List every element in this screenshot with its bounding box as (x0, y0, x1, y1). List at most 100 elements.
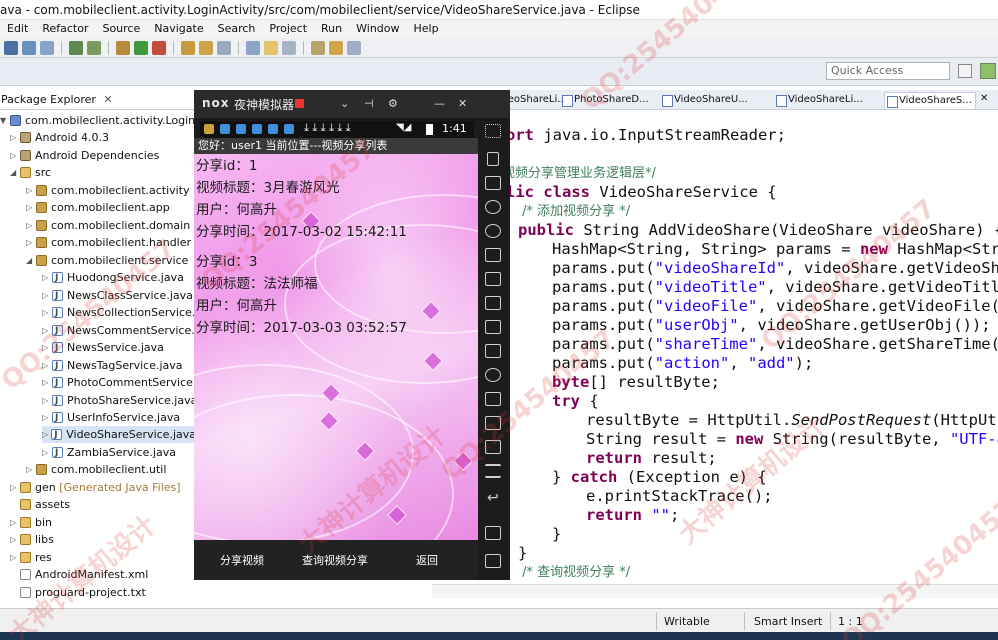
menu-project[interactable]: Project (262, 20, 314, 38)
tree-item[interactable]: ▼ com.mobileclient.activity.LoginActivity (0, 112, 196, 129)
chevron-right-icon[interactable]: ▷ (26, 199, 34, 216)
close-icon[interactable]: ✕ (103, 93, 112, 106)
video-record-icon[interactable] (485, 416, 501, 430)
chevron-right-icon[interactable]: ▷ (42, 269, 50, 286)
menu-help[interactable]: Help (407, 20, 446, 38)
chevron-right-icon[interactable]: ▷ (26, 182, 34, 199)
tree-item[interactable]: ▷ res (10, 549, 52, 566)
chevron-right-icon[interactable]: ▷ (42, 392, 50, 409)
phone-icon[interactable] (487, 152, 499, 166)
editor-tab-active[interactable]: VideoShareS... (884, 92, 976, 109)
next-annotation-icon[interactable] (311, 40, 325, 55)
tree-item[interactable]: ▷ NewsCommentService.ja (42, 322, 196, 340)
tree-item[interactable]: ◢ src (10, 164, 51, 181)
tree-item[interactable]: ▷ com.mobileclient.util (26, 461, 166, 478)
share-user[interactable]: 用户：何高升 (196, 295, 277, 317)
android-home-icon[interactable] (485, 526, 501, 540)
tree-item[interactable]: ▷ NewsTagService.java (42, 357, 183, 375)
tree-item[interactable]: ▷ Android Dependencies (10, 147, 159, 164)
share-user[interactable]: 用户：何高升 (196, 199, 277, 221)
chevron-down-icon[interactable]: ◢ (26, 252, 34, 269)
tree-item[interactable]: ▷ libs (10, 531, 54, 548)
video-title[interactable]: 视频标题：3月春游风光 (196, 177, 340, 199)
open-perspective-icon[interactable] (958, 64, 972, 78)
apk-install-icon[interactable] (485, 344, 501, 358)
android-recent-apps-icon[interactable] (485, 554, 501, 568)
chevron-right-icon[interactable]: ▷ (42, 339, 50, 356)
chevron-right-icon[interactable]: ▷ (42, 426, 49, 443)
package-explorer-tab[interactable]: Package Explorer ✕ (0, 90, 196, 110)
tree-item[interactable]: ▷ HuodongService.java (42, 269, 184, 287)
share-time[interactable]: 分享时间：2017-03-03 03:52:57 (196, 317, 407, 339)
code-editor[interactable]: ort java.io.InputStreamReader; 视频分享管理业务逻… (478, 112, 998, 598)
share-video-button[interactable]: 分享视频 (220, 552, 264, 568)
highlight-icon[interactable] (264, 40, 278, 55)
chevron-right-icon[interactable]: ▷ (26, 461, 34, 478)
shake-icon[interactable] (485, 368, 501, 382)
share-time[interactable]: 分享时间：2017-03-02 15:42:11 (196, 221, 407, 243)
close-icon[interactable]: ✕ (458, 97, 467, 110)
chevron-right-icon[interactable]: ▷ (42, 287, 50, 304)
video-title[interactable]: 视频标题：法法师福 (196, 273, 318, 295)
menu-run[interactable]: Run (314, 20, 349, 38)
open-type-icon[interactable] (181, 40, 195, 55)
debug-icon[interactable] (116, 40, 130, 55)
tree-item[interactable]: ◢ com.mobileclient.service (26, 252, 188, 269)
quick-access-input[interactable]: Quick Access (826, 62, 950, 80)
android-sdk-icon[interactable] (87, 40, 101, 55)
build-icon[interactable] (69, 40, 83, 55)
volume-up-icon[interactable] (485, 296, 501, 310)
chevron-down-icon[interactable]: ◢ (10, 164, 18, 181)
editor-tab[interactable]: VideoShareLi... (774, 92, 864, 109)
minimize-icon[interactable]: — (434, 97, 445, 110)
menu-navigate[interactable]: Navigate (147, 20, 210, 38)
back-icon[interactable] (329, 40, 343, 55)
tree-item[interactable]: ▷ ZambiaService.java (42, 444, 176, 462)
tree-item[interactable]: ▷ NewsClassService.java (42, 287, 193, 305)
tree-item[interactable]: ▷ bin (10, 514, 52, 531)
search-icon[interactable] (217, 40, 231, 55)
forward-icon[interactable] (347, 40, 361, 55)
chevron-right-icon[interactable]: ▷ (10, 549, 18, 566)
chevron-right-icon[interactable]: ▷ (42, 444, 50, 461)
share-id[interactable]: 分享id：1 (196, 155, 257, 177)
gear-icon[interactable]: ⚙ (388, 97, 398, 110)
editor-tab[interactable]: PhotoShareD... (560, 92, 649, 109)
chevron-right-icon[interactable]: ▷ (26, 234, 34, 251)
chevron-right-icon[interactable]: ▷ (42, 322, 50, 339)
fullscreen-icon[interactable] (485, 272, 501, 286)
share-id[interactable]: 分享id：3 (196, 251, 257, 273)
chevron-right-icon[interactable]: ▷ (10, 129, 18, 146)
tree-item-selected[interactable]: ▷ VideoShareService.java (42, 426, 196, 444)
query-video-share-button[interactable]: 查询视频分享 (302, 552, 368, 568)
tree-item[interactable]: ▷ gen [Generated Java Files] (10, 479, 181, 496)
tree-item[interactable]: ▷ NewsCollectionService.ja (42, 304, 196, 322)
multi-instance-icon[interactable] (485, 440, 501, 454)
menu-search[interactable]: Search (211, 20, 263, 38)
chevron-right-icon[interactable]: ▷ (42, 409, 50, 426)
chevron-right-icon[interactable]: ▷ (42, 304, 50, 321)
scissors-icon[interactable] (485, 200, 501, 214)
chevron-right-icon[interactable]: ▷ (42, 357, 50, 374)
tree-item[interactable]: ▷ com.mobileclient.activity (26, 182, 190, 199)
tree-item[interactable]: AndroidManifest.xml (20, 566, 148, 583)
open-resource-icon[interactable] (199, 40, 213, 55)
chevron-right-icon[interactable]: ▷ (10, 514, 18, 531)
tree-item[interactable]: ▷ com.mobileclient.domain (26, 217, 190, 234)
chevron-down-icon[interactable]: ▼ (0, 112, 8, 129)
chevron-right-icon[interactable]: ▷ (42, 374, 50, 391)
chevron-down-icon[interactable]: ⌄ (340, 97, 349, 110)
tree-item[interactable]: ▷ UserInfoService.java (42, 409, 180, 427)
tree-item[interactable]: ▷ NewsService.java (42, 339, 164, 357)
chevron-right-icon[interactable]: ▷ (10, 531, 18, 548)
tree-item[interactable]: ▷ PhotoCommentService.ja (42, 374, 196, 392)
tree-item[interactable]: ▷ com.mobileclient.handler (26, 234, 191, 251)
volume-down-icon[interactable] (485, 320, 501, 334)
menu-window[interactable]: Window (349, 20, 406, 38)
more-icon[interactable] (485, 124, 501, 138)
toggle-mark-occurrences-icon[interactable] (246, 40, 260, 55)
save-icon[interactable] (22, 40, 36, 55)
horizontal-scrollbar[interactable] (432, 584, 998, 598)
run-icon[interactable] (134, 40, 148, 55)
android-back-icon[interactable]: ↩ (487, 490, 499, 506)
